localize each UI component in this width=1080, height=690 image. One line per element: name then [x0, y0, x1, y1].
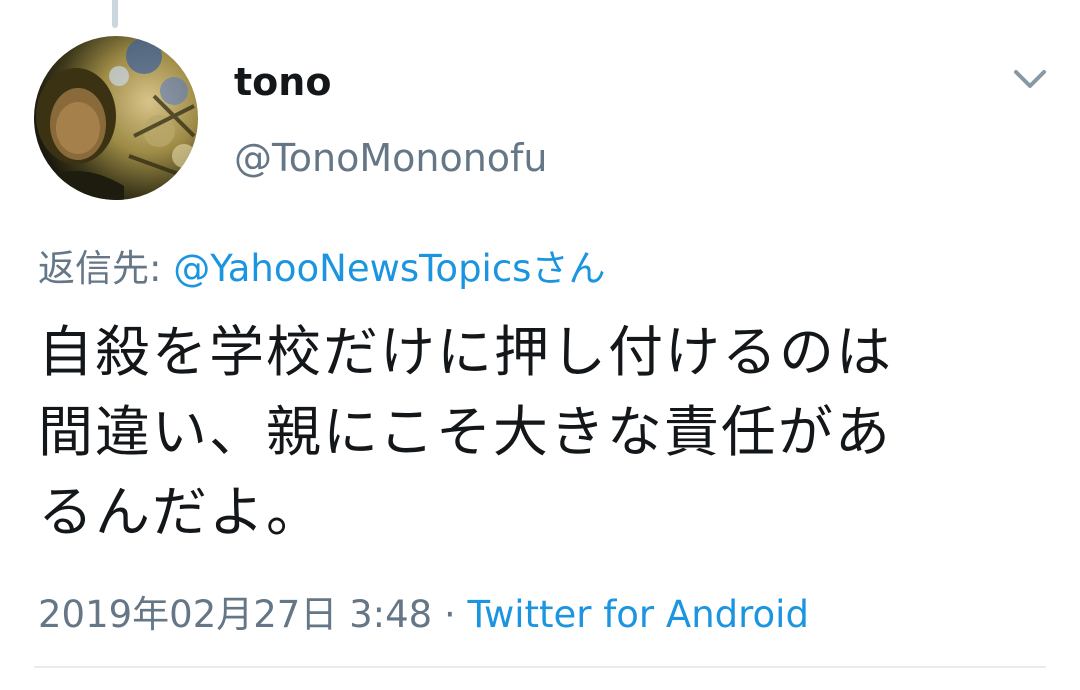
tweet-meta: 2019年02月27日 3:48 · Twitter for Android — [38, 584, 809, 638]
reply-prefix: 返信先: — [38, 247, 174, 290]
timestamp[interactable]: 2019年02月27日 3:48 — [38, 593, 432, 636]
tweet-text: 自殺を学校だけに押し付けるのは 間違い、親にこそ大きな責任があ るんだよ。 — [38, 312, 1048, 552]
reply-mention-link[interactable]: @YahooNewsTopics — [173, 247, 531, 290]
source-link[interactable]: Twitter for Android — [467, 593, 808, 636]
tweet-text-line: 間違い、親にこそ大きな責任があ — [38, 400, 892, 464]
reply-honorific: さん — [531, 247, 606, 290]
tweet-menu-button[interactable] — [1008, 62, 1052, 98]
display-name[interactable]: tono — [234, 60, 331, 104]
tweet-text-line: 自殺を学校だけに押し付けるのは — [38, 320, 894, 384]
tweet-text-line: るんだよ。 — [38, 480, 324, 544]
meta-separator: · — [432, 593, 468, 636]
divider — [34, 666, 1046, 668]
user-handle[interactable]: @TonoMononofu — [234, 136, 548, 180]
reply-context: 返信先: @YahooNewsTopicsさん — [38, 238, 605, 292]
thread-connector-line — [112, 0, 118, 28]
chevron-down-icon — [1014, 70, 1046, 88]
avatar[interactable] — [34, 36, 198, 200]
